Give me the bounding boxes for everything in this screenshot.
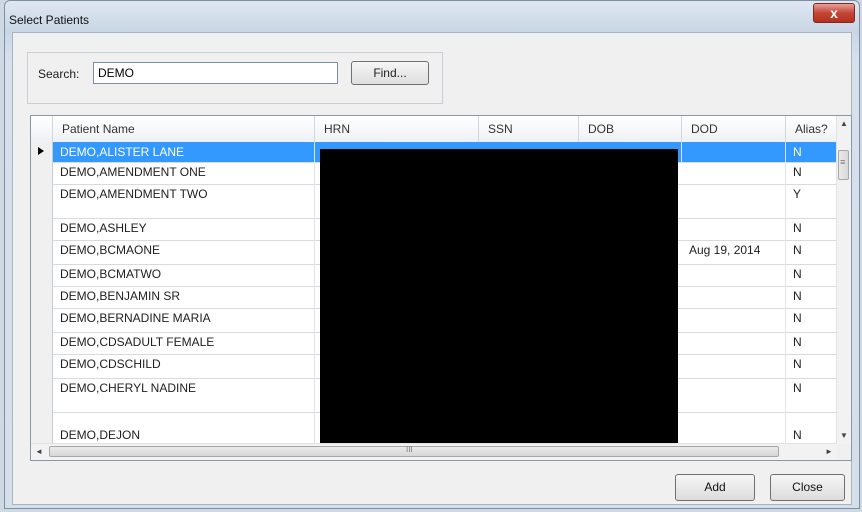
select-patients-window: Select Patients x Search: Find... Patien… xyxy=(4,0,860,509)
alias-cell: N xyxy=(793,243,802,257)
alias-cell: N xyxy=(793,267,802,281)
scroll-down-arrow-icon[interactable]: ▼ xyxy=(837,428,851,444)
patient-name-cell: DEMO,BCMATWO xyxy=(60,267,162,281)
patient-name-cell: DEMO,CDSCHILD xyxy=(60,357,161,371)
alias-cell: N xyxy=(793,145,802,159)
search-input[interactable] xyxy=(93,62,338,84)
horizontal-scrollbar[interactable]: ◄ III ► xyxy=(31,443,837,460)
patient-name-cell: DEMO,BENJAMIN SR xyxy=(60,289,181,303)
alias-cell: N xyxy=(793,221,802,235)
alias-cell: N xyxy=(793,381,802,395)
vertical-scroll-thumb[interactable]: ≡ xyxy=(838,150,849,180)
row-header[interactable] xyxy=(31,412,53,446)
title-bar[interactable]: Select Patients x xyxy=(5,1,859,31)
scroll-right-arrow-icon[interactable]: ► xyxy=(821,444,837,460)
row-header[interactable] xyxy=(31,162,53,184)
patient-name-cell: DEMO,AMENDMENT ONE xyxy=(60,165,206,179)
row-header[interactable] xyxy=(31,332,53,354)
close-button[interactable]: Close xyxy=(770,474,845,501)
column-header-dob[interactable]: DOB xyxy=(579,116,682,142)
window-title: Select Patients xyxy=(9,13,90,27)
vertical-scrollbar[interactable]: ▲ ≡ ▼ xyxy=(836,116,851,444)
alias-cell: N xyxy=(793,165,802,179)
row-header[interactable] xyxy=(31,378,53,412)
thumb-grip-icon: III xyxy=(406,445,413,454)
current-row-arrow-icon xyxy=(38,147,44,155)
patient-name-cell: DEMO,BCMAONE xyxy=(60,243,161,257)
find-button[interactable]: Find... xyxy=(351,61,429,85)
search-label: Search: xyxy=(38,67,80,81)
patient-name-cell: DEMO,CDSADULT FEMALE xyxy=(60,335,215,349)
scroll-up-arrow-icon[interactable]: ▲ xyxy=(837,116,851,132)
window-close-button[interactable]: x xyxy=(813,3,855,23)
column-header-ssn[interactable]: SSN xyxy=(479,116,579,142)
dialog-body: Search: Find... Patient Name HRN SSN DOB… xyxy=(12,32,852,505)
dod-cell: Aug 19, 2014 xyxy=(689,243,761,257)
patient-name-cell: DEMO,AMENDMENT TWO xyxy=(60,187,208,201)
horizontal-scroll-thumb[interactable]: III xyxy=(49,445,779,457)
scrollbar-corner xyxy=(837,444,851,460)
thumb-grip-icon: ≡ xyxy=(840,157,846,167)
row-header[interactable] xyxy=(31,218,53,240)
patient-name-cell: DEMO,CHERYL NADINE xyxy=(60,381,197,395)
row-header[interactable] xyxy=(31,308,53,332)
row-header[interactable] xyxy=(31,184,53,218)
patient-name-cell: DEMO,DEJON xyxy=(60,428,141,442)
patient-name-cell: DEMO,ASHLEY xyxy=(60,221,147,235)
alias-cell: N xyxy=(793,428,802,442)
alias-cell: N xyxy=(793,357,802,371)
row-header[interactable] xyxy=(31,354,53,378)
column-header-dod[interactable]: DOD xyxy=(682,116,786,142)
row-header[interactable] xyxy=(31,142,53,162)
add-button[interactable]: Add xyxy=(675,474,755,501)
patient-name-cell: DEMO,BERNADINE MARIA xyxy=(60,311,211,325)
row-header[interactable] xyxy=(31,286,53,308)
patient-name-cell: DEMO,ALISTER LANE xyxy=(60,145,185,159)
alias-cell: Y xyxy=(793,187,802,201)
column-header-hrn[interactable]: HRN xyxy=(315,116,479,142)
header-corner xyxy=(31,116,53,142)
row-header[interactable] xyxy=(31,264,53,286)
alias-cell: N xyxy=(793,335,802,349)
grid-header: Patient Name HRN SSN DOB DOD Alias? xyxy=(31,116,851,143)
patient-grid: Patient Name HRN SSN DOB DOD Alias? DEMO… xyxy=(30,115,852,461)
search-group: Search: Find... xyxy=(27,52,443,104)
column-header-patient-name[interactable]: Patient Name xyxy=(53,116,315,142)
row-header[interactable] xyxy=(31,240,53,264)
alias-cell: N xyxy=(793,311,802,325)
redaction-block xyxy=(320,149,678,451)
scroll-left-arrow-icon[interactable]: ◄ xyxy=(31,444,47,460)
alias-cell: N xyxy=(793,289,802,303)
